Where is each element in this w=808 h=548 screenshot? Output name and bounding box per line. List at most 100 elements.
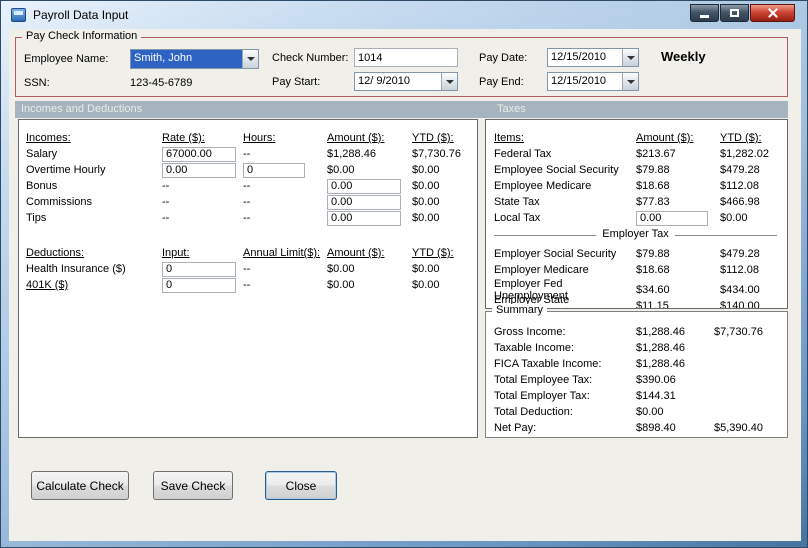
commissions-amount-input[interactable] — [327, 194, 401, 210]
ded-amount-col-header: Amount ($): — [327, 247, 385, 259]
window-controls — [690, 4, 795, 22]
pay-start-picker[interactable]: 12/ 9/2010 — [354, 72, 458, 91]
income-row-overtime: Overtime Hourly $0.00 $0.00 — [26, 162, 477, 178]
minimize-icon — [700, 15, 709, 18]
401k-input[interactable] — [162, 277, 236, 293]
pay-date-dropdown-icon[interactable] — [622, 49, 638, 66]
close-window-button[interactable] — [750, 4, 795, 22]
tax-label: Employer Medicare — [494, 264, 589, 276]
pay-frequency-label: Weekly — [661, 49, 706, 64]
tax-ytd: $1,282.02 — [720, 148, 769, 160]
income-label: Salary — [26, 148, 58, 160]
summary-amount: $144.31 — [636, 390, 676, 402]
tax-label: Federal Tax — [494, 148, 552, 160]
tax-ytd: $479.28 — [720, 248, 760, 260]
summary-ytd: $7,730.76 — [714, 326, 763, 338]
pay-start-label: Pay Start: — [272, 76, 321, 88]
summary-group-label: Summary — [492, 304, 548, 316]
tax-row-local: Local Tax $0.00 — [494, 210, 787, 226]
deduction-ytd: $0.00 — [412, 279, 440, 291]
tax-row-employer-ss: Employer Social Security $79.88 $479.28 — [494, 246, 787, 262]
income-amount: $0.00 — [327, 164, 355, 176]
income-row-commissions: Commissions -- -- $0.00 — [26, 194, 477, 210]
tax-amount: $18.68 — [636, 180, 670, 192]
ssn-label: SSN: — [24, 77, 50, 89]
maximize-icon — [730, 9, 739, 17]
check-number-input[interactable] — [354, 48, 458, 67]
summary-group: Summary Gross Income: $1,288.46 $7,730.7… — [485, 304, 788, 438]
employee-name-select[interactable]: Smith, John — [130, 49, 259, 69]
close-icon — [768, 8, 778, 18]
save-check-button[interactable]: Save Check — [153, 471, 233, 500]
401k-link[interactable]: 401K ($) — [26, 279, 162, 291]
summary-amount: $898.40 — [636, 422, 676, 434]
income-hours: -- — [243, 196, 251, 208]
close-button[interactable]: Close — [265, 471, 337, 500]
incomes-col-header: Incomes: — [26, 132, 71, 144]
income-rate: -- — [162, 212, 170, 224]
summary-amount: $0.00 — [636, 406, 664, 418]
deductions-header-row: Deductions: Input: Annual Limit($): Amou… — [26, 245, 477, 261]
overtime-hours-input[interactable] — [243, 162, 305, 178]
tax-amount: $79.88 — [636, 248, 670, 260]
employee-name-label: Employee Name: — [24, 53, 109, 65]
pay-start-dropdown-icon[interactable] — [441, 73, 457, 90]
summary-label: Taxable Income: — [494, 342, 575, 354]
employer-tax-separator: Employer Tax — [494, 226, 777, 246]
taxes-section-title: Taxes — [497, 103, 526, 115]
tax-ytd: $140.00 — [720, 300, 760, 309]
window-title: Payroll Data Input — [33, 8, 129, 22]
deduction-row-health-insurance: Health Insurance ($) -- $0.00 $0.00 — [26, 261, 477, 277]
input-col-header: Input: — [162, 247, 190, 259]
deduction-amount: $0.00 — [327, 263, 355, 275]
tax-label: Employee Social Security — [494, 164, 619, 176]
taxes-panel: Items: Amount ($): YTD ($): Federal Tax … — [485, 119, 788, 309]
deduction-label: Health Insurance ($) — [26, 263, 126, 275]
pay-date-value: 12/15/2010 — [551, 51, 607, 63]
annual-limit-col-header: Annual Limit($): — [243, 247, 321, 259]
pay-date-picker[interactable]: 12/15/2010 — [547, 48, 639, 67]
tax-label: Employer Social Security — [494, 248, 617, 260]
employer-tax-group-label: Employer Tax — [596, 228, 675, 240]
salary-rate-input[interactable] — [162, 146, 236, 162]
check-number-label: Check Number: — [272, 52, 349, 64]
summary-row-gross: Gross Income: $1,288.46 $7,730.76 — [494, 324, 787, 340]
overtime-rate-input[interactable] — [162, 162, 236, 178]
tax-amount: $11.15 — [636, 300, 669, 309]
income-rate: -- — [162, 180, 170, 192]
incomes-deductions-section-title: Incomes and Deductions — [21, 103, 143, 115]
tax-label: Local Tax — [494, 212, 541, 224]
summary-amount: $1,288.46 — [636, 358, 685, 370]
tax-amount: $18.68 — [636, 264, 670, 276]
health-insurance-input[interactable] — [162, 261, 236, 277]
tax-row-employer-fed-unemployment: Employer Fed Unemployment $34.60 $434.00 — [494, 278, 787, 302]
tax-amount: $213.67 — [636, 148, 676, 160]
tax-ytd: $434.00 — [720, 284, 760, 296]
income-ytd: $0.00 — [412, 212, 440, 224]
tax-ytd: $479.28 — [720, 164, 760, 176]
taxes-header-row: Items: Amount ($): YTD ($): — [494, 130, 787, 146]
tax-label: State Tax — [494, 196, 540, 208]
employee-name-dropdown-icon[interactable] — [242, 50, 258, 68]
maximize-button[interactable] — [720, 4, 749, 22]
tax-row-employee-ss: Employee Social Security $79.88 $479.28 — [494, 162, 787, 178]
income-ytd: $0.00 — [412, 196, 440, 208]
calculate-check-button[interactable]: Calculate Check — [31, 471, 129, 500]
local-tax-input[interactable] — [636, 210, 708, 226]
tips-amount-input[interactable] — [327, 210, 401, 226]
summary-label: Net Pay: — [494, 422, 537, 434]
summary-row-total-deduction: Total Deduction: $0.00 — [494, 404, 787, 420]
minimize-button[interactable] — [690, 4, 719, 22]
income-ytd: $7,730.76 — [412, 148, 461, 160]
pay-end-picker[interactable]: 12/15/2010 — [547, 72, 639, 91]
tax-amount: $79.88 — [636, 164, 670, 176]
tax-ytd-col-header: YTD ($): — [720, 132, 762, 144]
pay-end-dropdown-icon[interactable] — [622, 73, 638, 90]
titlebar[interactable]: Payroll Data Input — [1, 1, 807, 29]
income-amount: $1,288.46 — [327, 148, 376, 160]
paycheck-info-group: Pay Check Information Employee Name: Smi… — [15, 30, 788, 97]
tax-amount: $77.83 — [636, 196, 670, 208]
summary-row-fica: FICA Taxable Income: $1,288.46 — [494, 356, 787, 372]
bonus-amount-input[interactable] — [327, 178, 401, 194]
income-rate: -- — [162, 196, 170, 208]
